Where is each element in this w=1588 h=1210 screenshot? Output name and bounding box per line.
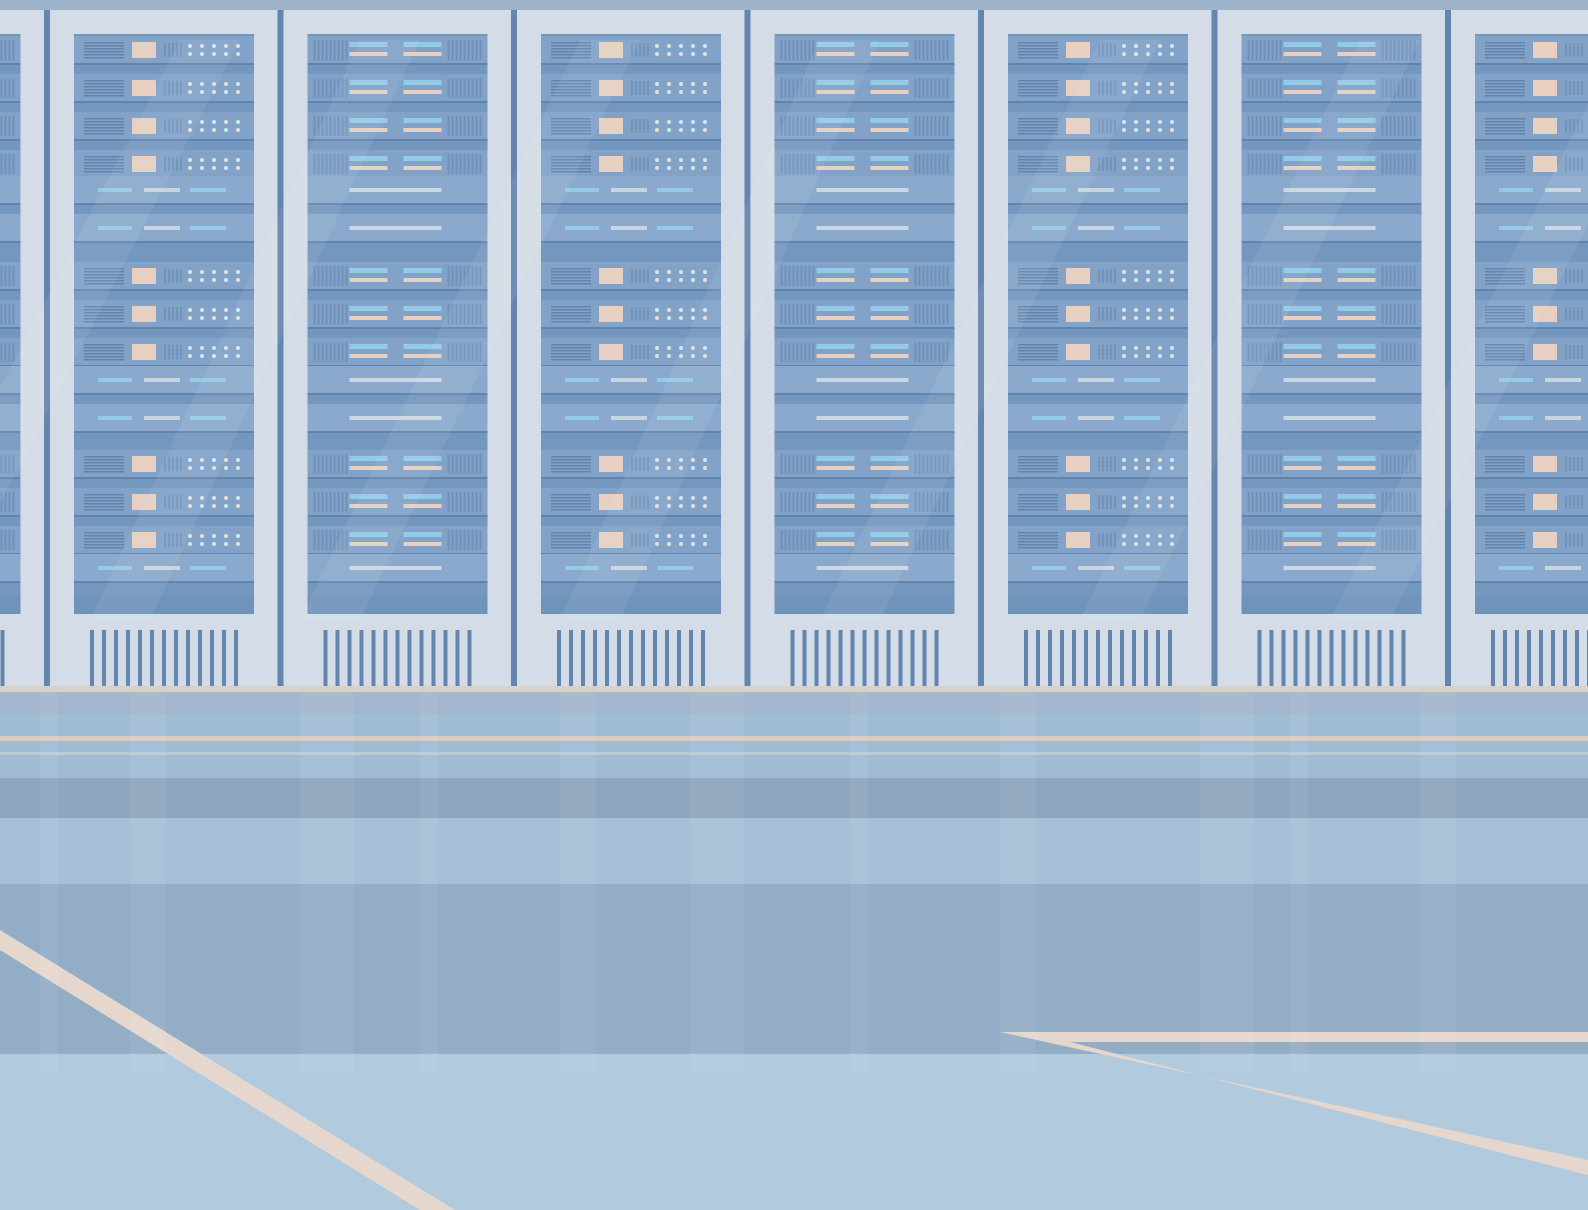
server-room-illustration [0,0,1588,1210]
glass-reflections [0,0,1588,1210]
haze-overlay [0,0,1588,1210]
